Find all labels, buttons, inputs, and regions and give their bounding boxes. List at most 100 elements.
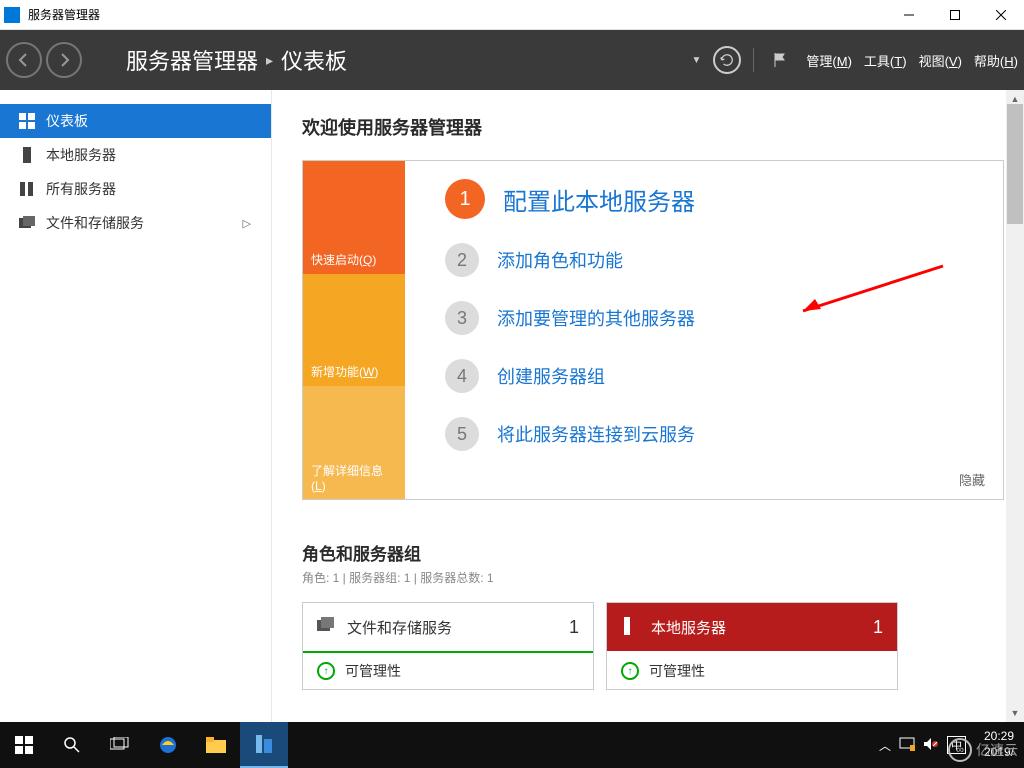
welcome-left-tiles: 快速启动(Q) 新增功能(W) 了解详细信息(L) [303,161,405,499]
tile-local-server[interactable]: 本地服务器 1 ↑ 可管理性 [606,602,898,690]
tile-title: 本地服务器 [651,617,726,638]
taskbar-explorer[interactable] [192,722,240,768]
step-number: 5 [445,417,479,451]
content-area: ▲ ▼ 欢迎使用服务器管理器 快速启动(Q) 新增功能(W) 了解详细信息(L)… [272,90,1024,722]
scrollbar[interactable]: ▲ ▼ [1006,90,1024,722]
tile-row-manageability[interactable]: ↑ 可管理性 [303,653,593,689]
back-button[interactable] [6,42,42,78]
step-configure-server[interactable]: 1 配置此本地服务器 [445,179,979,219]
task-view-button[interactable] [96,722,144,768]
menu-tools[interactable]: 工具(T) [864,51,907,70]
roles-section-title: 角色和服务器组 [302,540,1004,565]
tile-quickstart[interactable]: 快速启动(Q) [303,161,405,274]
header-bar: 服务器管理器 ▸ 仪表板 ▼ 管理(M) 工具(T) 视图(V) 帮助(H) [0,30,1024,90]
breadcrumb: 服务器管理器 ▸ 仪表板 [126,44,347,76]
breadcrumb-separator: ▸ [266,52,273,69]
sidebar-item-local-server[interactable]: 本地服务器 [0,138,271,172]
window-title: 服务器管理器 [28,6,100,23]
close-button[interactable] [978,0,1024,30]
sidebar-item-label: 所有服务器 [46,179,116,199]
tile-title: 文件和存储服务 [347,617,452,638]
menu-view[interactable]: 视图(V) [919,51,962,70]
flag-icon[interactable] [766,46,794,74]
tile-divider [607,651,897,653]
tile-count: 1 [569,617,579,638]
storage-icon [317,617,337,637]
menu-help[interactable]: 帮助(H) [974,51,1018,70]
server-icon [621,617,641,637]
start-button[interactable] [0,722,48,768]
tile-row-label: 可管理性 [345,661,401,681]
step-number: 3 [445,301,479,335]
taskbar-server-manager[interactable] [240,722,288,768]
tile-file-storage[interactable]: 文件和存储服务 1 ↑ 可管理性 [302,602,594,690]
sidebar-item-label: 本地服务器 [46,145,116,165]
tile-row-label: 可管理性 [649,661,705,681]
sidebar-item-dashboard[interactable]: 仪表板 [0,104,271,138]
tile-header: 文件和存储服务 1 [303,603,593,651]
step-add-servers[interactable]: 3 添加要管理的其他服务器 [445,301,979,335]
roles-tiles: 文件和存储服务 1 ↑ 可管理性 本地服务器 1 ↑ 可管理性 [302,602,1004,690]
taskbar-ie[interactable] [144,722,192,768]
status-ok-icon: ↑ [621,662,639,680]
tile-header: 本地服务器 1 [607,603,897,651]
step-text: 创建服务器组 [497,363,605,389]
step-text: 将此服务器连接到云服务 [497,421,695,447]
chevron-right-icon: ▷ [243,217,251,230]
server-icon [18,146,36,164]
welcome-panel: 快速启动(Q) 新增功能(W) 了解详细信息(L) 1 配置此本地服务器 2 添… [302,160,1004,500]
refresh-icon[interactable] [713,46,741,74]
step-add-roles[interactable]: 2 添加角色和功能 [445,243,979,277]
maximize-button[interactable] [932,0,978,30]
tile-row-manageability[interactable]: ↑ 可管理性 [607,653,897,689]
welcome-title: 欢迎使用服务器管理器 [302,114,1004,140]
minimize-button[interactable] [886,0,932,30]
sidebar: 仪表板 本地服务器 所有服务器 文件和存储服务 ▷ [0,90,272,722]
sidebar-item-label: 文件和存储服务 [46,213,144,233]
step-number: 4 [445,359,479,393]
taskbar: ︿ 中 20:29 2019/ [0,722,1024,768]
tile-label: 新增功能(W) [311,363,378,380]
sidebar-item-all-servers[interactable]: 所有服务器 [0,172,271,206]
step-create-group[interactable]: 4 创建服务器组 [445,359,979,393]
breadcrumb-root[interactable]: 服务器管理器 [126,44,258,76]
roles-section-subtitle: 角色: 1 | 服务器组: 1 | 服务器总数: 1 [302,569,1004,586]
step-text: 配置此本地服务器 [503,182,695,217]
scroll-thumb[interactable] [1007,104,1023,224]
tile-label: 快速启动(Q) [311,251,376,268]
header-separator [753,48,754,72]
window-titlebar: 服务器管理器 [0,0,1024,30]
network-icon[interactable] [899,737,915,754]
app-icon [4,7,20,23]
main-area: 仪表板 本地服务器 所有服务器 文件和存储服务 ▷ ▲ ▼ 欢迎使用服务器管理器… [0,90,1024,722]
forward-button[interactable] [46,42,82,78]
watermark: ∞ 亿速云 [948,738,1018,762]
watermark-text: 亿速云 [976,740,1018,760]
servers-icon [18,180,36,198]
tile-whatsnew[interactable]: 新增功能(W) [303,274,405,387]
storage-icon [18,214,36,232]
menu-manage[interactable]: 管理(M) [806,51,852,70]
step-number: 2 [445,243,479,277]
status-ok-icon: ↑ [317,662,335,680]
tray-chevron-icon[interactable]: ︿ [879,737,891,754]
tile-count: 1 [873,617,883,638]
step-connect-cloud[interactable]: 5 将此服务器连接到云服务 [445,417,979,451]
welcome-steps: 1 配置此本地服务器 2 添加角色和功能 3 添加要管理的其他服务器 4 创建服… [405,161,1003,499]
hide-link[interactable]: 隐藏 [959,470,985,489]
dropdown-icon[interactable]: ▼ [691,55,701,66]
watermark-icon: ∞ [948,738,972,762]
step-text: 添加角色和功能 [497,247,623,273]
search-button[interactable] [48,722,96,768]
tile-learnmore[interactable]: 了解详细信息(L) [303,386,405,499]
scroll-down-icon[interactable]: ▼ [1006,704,1024,722]
step-text: 添加要管理的其他服务器 [497,305,695,331]
volume-icon[interactable] [923,737,939,754]
sidebar-item-file-storage[interactable]: 文件和存储服务 ▷ [0,206,271,240]
window-controls [886,0,1024,30]
breadcrumb-page[interactable]: 仪表板 [281,44,347,76]
step-number: 1 [445,179,485,219]
tile-label: 了解详细信息(L) [311,462,397,493]
header-tools: ▼ 管理(M) 工具(T) 视图(V) 帮助(H) [691,46,1018,74]
dashboard-icon [18,112,36,130]
